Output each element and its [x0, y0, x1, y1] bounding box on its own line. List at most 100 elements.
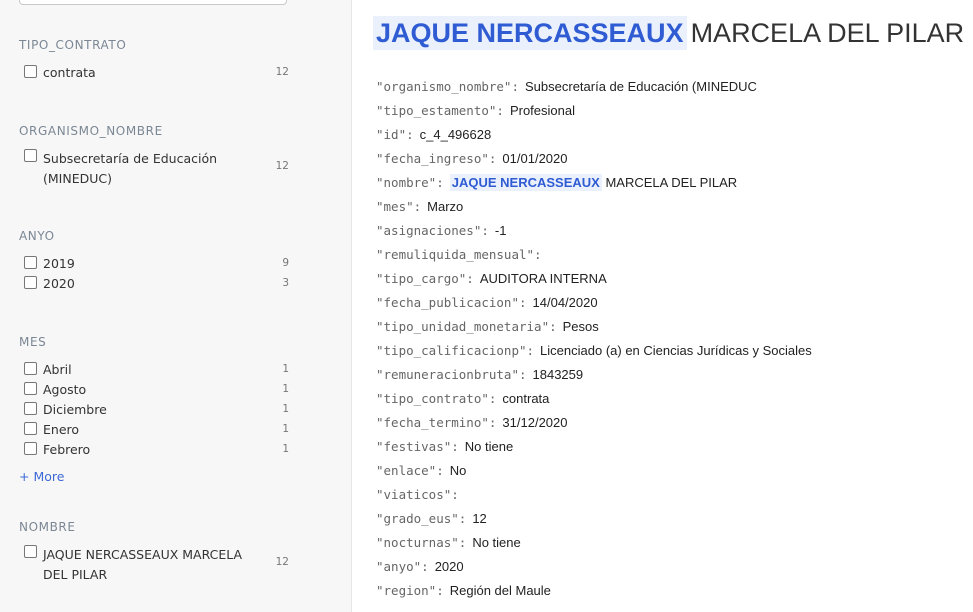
facet-title-tipo-contrato: TIPO_CONTRATO	[19, 38, 127, 52]
facet-item-label: contrata	[43, 65, 96, 80]
record-field: "region": Región del Maule	[376, 581, 812, 605]
facet-item-abril[interactable]: Abril 1	[19, 362, 289, 377]
field-value: No tiene	[472, 535, 521, 550]
field-key: "tipo_contrato":	[376, 391, 497, 406]
record-field: "festivas": No tiene	[376, 437, 812, 461]
field-value: 1843259	[532, 367, 584, 382]
field-value: Licenciado (a) en Ciencias Jurídicas y S…	[540, 343, 812, 358]
field-value: 14/04/2020	[532, 295, 598, 310]
field-value: -1	[494, 223, 507, 238]
facet-item-count: 9	[282, 257, 289, 269]
field-value: contrata	[502, 391, 550, 406]
field-value-highlight: JAQUE NERCASSEAUX	[449, 174, 602, 191]
record-field: "mes": Marzo	[376, 197, 812, 221]
facet-item-label: Subsecretaría de Educación (MINEDUC)	[43, 151, 218, 186]
field-value: c_4_496628	[419, 127, 492, 142]
field-key: "tipo_calificacionp":	[376, 343, 535, 358]
record-field: "remuneracionbruta": 1843259	[376, 365, 812, 389]
field-key: "asignaciones":	[376, 223, 489, 238]
facet-item-nombre[interactable]: JAQUE NERCASSEAUX MARCELA DEL PILAR 12	[19, 545, 289, 585]
field-key: "grado_eus":	[376, 511, 467, 526]
facet-item-febrero[interactable]: Febrero 1	[19, 442, 289, 457]
facet-item-2020[interactable]: 2020 3	[19, 276, 289, 291]
facet-item-count: 1	[282, 383, 289, 395]
field-key: "viaticos":	[376, 487, 459, 502]
field-key: "fecha_publicacion":	[376, 295, 527, 310]
facet-item-contrata[interactable]: contrata 12	[19, 65, 289, 80]
record-field: "nombre": JAQUE NERCASSEAUX MARCELA DEL P…	[376, 173, 812, 197]
facet-item-agosto[interactable]: Agosto 1	[19, 382, 289, 397]
field-value: Subsecretaría de Educación (MINEDUC	[525, 79, 757, 94]
field-key: "fecha_ingreso":	[376, 151, 497, 166]
field-key: "enlace":	[376, 463, 444, 478]
checkbox[interactable]	[24, 276, 37, 289]
field-value: JAQUE NERCASSEAUX MARCELA DEL PILAR	[449, 174, 738, 191]
record-field: "anyo": 2020	[376, 557, 812, 581]
record-field: "fecha_termino": 31/12/2020	[376, 413, 812, 437]
field-value: Marzo	[427, 199, 464, 214]
checkbox[interactable]	[24, 256, 37, 269]
facet-title-mes: MES	[19, 335, 47, 349]
field-value: Región del Maule	[449, 583, 551, 598]
facet-item-count: 1	[282, 443, 289, 455]
checkbox[interactable]	[24, 362, 37, 375]
field-value: 2020	[434, 559, 464, 574]
checkbox[interactable]	[24, 545, 37, 558]
record-title: JAQUE NERCASSEAUX MARCELA DEL PILAR	[373, 16, 965, 50]
record-field: "id": c_4_496628	[376, 125, 812, 149]
facet-item-label: Abril	[43, 362, 72, 377]
record-field: "tipo_cargo": AUDITORA INTERNA	[376, 269, 812, 293]
search-input[interactable]	[19, 0, 287, 5]
facet-item-label: 2019	[43, 256, 75, 271]
field-value: No	[449, 463, 467, 478]
field-key: "festivas":	[376, 439, 459, 454]
field-key: "remuneracionbruta":	[376, 367, 527, 382]
record-field: "enlace": No	[376, 461, 812, 485]
facet-title-organismo-nombre: ORGANISMO_NOMBRE	[19, 124, 163, 138]
facet-title-nombre: NOMBRE	[19, 520, 76, 534]
field-value: 12	[472, 511, 487, 526]
field-value: AUDITORA INTERNA	[479, 271, 607, 286]
checkbox[interactable]	[24, 149, 37, 162]
facet-item-label: 2020	[43, 276, 75, 291]
field-key: "nocturnas":	[376, 535, 467, 550]
checkbox[interactable]	[24, 402, 37, 415]
checkbox[interactable]	[24, 422, 37, 435]
field-value: No tiene	[464, 439, 514, 454]
field-key: "id":	[376, 127, 414, 142]
record-title-highlight: JAQUE NERCASSEAUX	[373, 16, 687, 50]
record-field: "tipo_calificacionp": Licenciado (a) en C…	[376, 341, 812, 365]
record-field: "tipo_unidad_monetaria": Pesos	[376, 317, 812, 341]
facet-item-mineduc[interactable]: Subsecretaría de Educación (MINEDUC) 12	[19, 149, 289, 189]
facet-item-count: 3	[282, 277, 289, 289]
facet-item-count: 1	[282, 423, 289, 435]
record-field: "fecha_publicacion": 14/04/2020	[376, 293, 812, 317]
field-key: "nombre":	[376, 175, 444, 190]
checkbox[interactable]	[24, 442, 37, 455]
record-field: "fecha_ingreso": 01/01/2020	[376, 149, 812, 173]
record-fields: "organismo_nombre": Subsecretaría de Educ…	[376, 77, 812, 605]
record-title-rest: MARCELA DEL PILAR	[690, 18, 965, 48]
field-key: "anyo":	[376, 559, 429, 574]
facet-item-label: JAQUE NERCASSEAUX MARCELA DEL PILAR	[43, 547, 243, 582]
facet-item-label: Enero	[43, 422, 80, 437]
field-value-rest: MARCELA DEL PILAR	[605, 175, 738, 190]
field-key: "remuliquida_mensual":	[376, 247, 542, 262]
checkbox[interactable]	[24, 65, 37, 78]
facet-sidebar: TIPO_CONTRATO contrata 12 ORGANISMO_NOMB…	[0, 0, 352, 612]
facet-item-diciembre[interactable]: Diciembre 1	[19, 402, 289, 417]
facet-item-count: 12	[275, 66, 289, 78]
record-field: "tipo_estamento": Profesional	[376, 101, 812, 125]
facet-item-count: 1	[282, 403, 289, 415]
field-key: "mes":	[376, 199, 422, 214]
more-link[interactable]: + More	[19, 469, 64, 484]
facet-item-label: Diciembre	[43, 402, 107, 417]
facet-item-2019[interactable]: 2019 9	[19, 256, 289, 271]
record-field: "viaticos":	[376, 485, 812, 509]
facet-item-count: 1	[282, 363, 289, 375]
facet-item-count: 12	[275, 160, 289, 172]
field-key: "tipo_cargo":	[376, 271, 474, 286]
checkbox[interactable]	[24, 382, 37, 395]
field-key: "tipo_unidad_monetaria":	[376, 319, 557, 334]
facet-item-enero[interactable]: Enero 1	[19, 422, 289, 437]
